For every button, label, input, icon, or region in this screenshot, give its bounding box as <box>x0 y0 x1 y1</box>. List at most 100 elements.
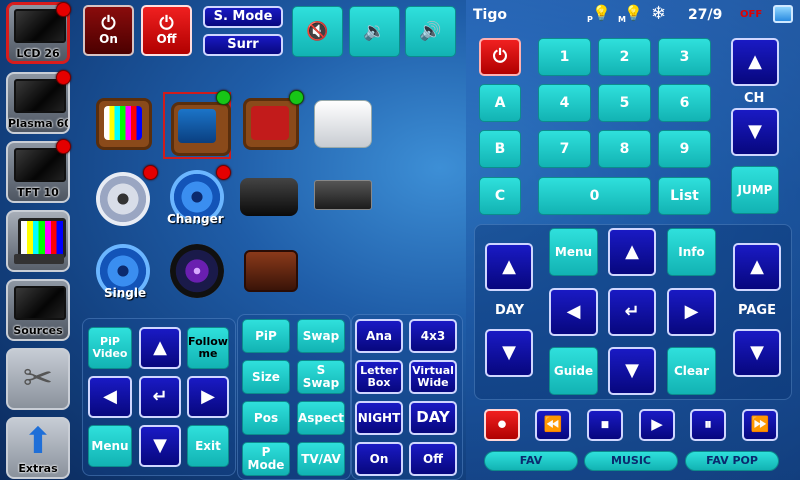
digit-6-button[interactable]: 6 <box>658 84 711 122</box>
power-on-button[interactable]: ⏻ On <box>83 5 134 56</box>
dish-network-tv-icon[interactable] <box>243 98 299 150</box>
surr-button[interactable]: Surr <box>203 34 283 56</box>
smode-button[interactable]: S. Mode <box>203 6 283 28</box>
nav-down-button-right[interactable]: ▼ <box>608 347 656 395</box>
power-toggle-button[interactable]: ⏻ <box>479 38 521 76</box>
dvr-icon[interactable] <box>314 180 372 210</box>
digit-8-button[interactable]: 8 <box>598 130 651 168</box>
menu-button-right[interactable]: Menu <box>549 228 598 276</box>
guide-button[interactable]: Guide <box>549 347 598 395</box>
nav-up-button[interactable]: ▲ <box>139 327 181 369</box>
nav-left-button-right[interactable]: ◀ <box>549 288 598 336</box>
day-button[interactable]: DAY <box>409 401 457 435</box>
apple-tv-icon[interactable] <box>240 178 298 216</box>
music-button[interactable]: MUSIC <box>584 451 678 471</box>
up-arrow-icon: ▲ <box>750 256 764 277</box>
ch-up-button[interactable]: ▲ <box>731 38 779 86</box>
power-icon: ⏻ <box>101 13 116 35</box>
mode-on-button[interactable]: On <box>355 442 403 476</box>
pause-button[interactable]: ⏸ <box>690 409 726 441</box>
aspect-4x3-button[interactable]: 4x3 <box>409 319 457 353</box>
mode-off-button[interactable]: Off <box>409 442 457 476</box>
page-up-button[interactable]: ▲ <box>733 243 781 291</box>
a-button[interactable]: A <box>479 84 521 122</box>
nav-right-button[interactable]: ▶ <box>187 376 229 418</box>
volume-up-button[interactable]: 🔊 <box>405 6 456 57</box>
day-down-button[interactable]: ▼ <box>485 329 533 377</box>
tools-icon: ✂ <box>22 358 54 399</box>
enter-button[interactable]: ↵ <box>139 376 181 418</box>
digit-1-button[interactable]: 1 <box>538 38 591 76</box>
digit-7-button[interactable]: 7 <box>538 130 591 168</box>
up-arrow-icon: ▲ <box>625 241 639 262</box>
page-down-button[interactable]: ▼ <box>733 329 781 377</box>
pos-button[interactable]: Pos <box>242 401 290 435</box>
mac-mini-icon[interactable] <box>314 100 372 148</box>
tv-av-button[interactable]: TV/AV <box>297 442 345 476</box>
single-label: Single <box>104 286 147 300</box>
digit-0-button[interactable]: 0 <box>538 177 651 215</box>
digit-9-button[interactable]: 9 <box>658 130 711 168</box>
nav-up-button-right[interactable]: ▲ <box>608 228 656 276</box>
settings-tools-button[interactable]: ✂ <box>6 348 70 410</box>
p-mode-button[interactable]: P Mode <box>242 442 290 476</box>
power-off-button[interactable]: ⏻ Off <box>141 5 192 56</box>
aspect-button[interactable]: Aspect <box>297 401 345 435</box>
enter-button-right[interactable]: ↵ <box>608 288 656 336</box>
sources-button[interactable]: Sources <box>6 279 70 341</box>
day-up-button[interactable]: ▲ <box>485 243 533 291</box>
record-icon: ⏺ <box>498 415 506 434</box>
mute-button[interactable]: 🔇 <box>292 6 343 57</box>
digit-3-button[interactable]: 3 <box>658 38 711 76</box>
digit-5-button[interactable]: 5 <box>598 84 651 122</box>
status-dot <box>216 165 231 180</box>
pip-button[interactable]: PiP <box>242 319 290 353</box>
clear-button[interactable]: Clear <box>667 347 716 395</box>
digit-4-button[interactable]: 4 <box>538 84 591 122</box>
ch-down-button[interactable]: ▼ <box>731 108 779 156</box>
tv-icon <box>14 79 66 113</box>
stop-button[interactable]: ⏹ <box>587 409 623 441</box>
fav-button[interactable]: FAV <box>484 451 578 471</box>
m-indicator: M <box>618 15 626 24</box>
pip-video-button[interactable]: PiP Video <box>88 327 132 369</box>
nav-down-button[interactable]: ▼ <box>139 425 181 467</box>
dvd-disc-icon[interactable] <box>96 172 150 226</box>
ana-button[interactable]: Ana <box>355 319 403 353</box>
b-button[interactable]: B <box>479 130 521 168</box>
exit-button[interactable]: Exit <box>187 425 229 467</box>
tv-color-bars-icon[interactable] <box>96 98 152 150</box>
jump-button[interactable]: JUMP <box>731 166 779 214</box>
fav-pop-button[interactable]: FAV POP <box>685 451 779 471</box>
size-button[interactable]: Size <box>242 360 290 394</box>
camera-lens-icon[interactable] <box>170 244 224 298</box>
s-swap-button[interactable]: S Swap <box>297 360 345 394</box>
status-dot <box>289 90 304 105</box>
list-button[interactable]: List <box>658 177 711 215</box>
nav-left-button[interactable]: ◀ <box>88 376 132 418</box>
letterbox-button[interactable]: Letter Box <box>355 360 403 394</box>
power-off-label: Off <box>156 32 177 47</box>
volume-up-icon: 🔊 <box>419 20 442 42</box>
extras-button[interactable]: ⬆ Extras <box>6 417 70 479</box>
up-arrow-icon: ▲ <box>748 51 762 72</box>
rewind-button[interactable]: ⏪ <box>535 409 571 441</box>
digit-2-button[interactable]: 2 <box>598 38 651 76</box>
night-button[interactable]: NIGHT <box>355 401 403 435</box>
c-button[interactable]: C <box>479 177 521 215</box>
follow-me-button[interactable]: Follow me <box>187 327 229 369</box>
info-button[interactable]: Info <box>667 228 716 276</box>
record-button[interactable]: ⏺ <box>484 409 520 441</box>
fast-forward-button[interactable]: ⏩ <box>742 409 778 441</box>
swap-button[interactable]: Swap <box>297 319 345 353</box>
volume-down-icon: 🔉 <box>363 20 386 42</box>
monitor-setup-button[interactable] <box>6 210 70 272</box>
nav-right-button-right[interactable]: ▶ <box>667 288 716 336</box>
radio-icon[interactable] <box>244 250 298 292</box>
screen-icon[interactable] <box>773 5 793 23</box>
play-button[interactable]: ▶ <box>639 409 675 441</box>
menu-button[interactable]: Menu <box>88 425 132 467</box>
virtual-wide-button[interactable]: Virtual Wide <box>409 360 457 394</box>
digital-tv-icon <box>171 102 231 156</box>
volume-down-button[interactable]: 🔉 <box>349 6 400 57</box>
